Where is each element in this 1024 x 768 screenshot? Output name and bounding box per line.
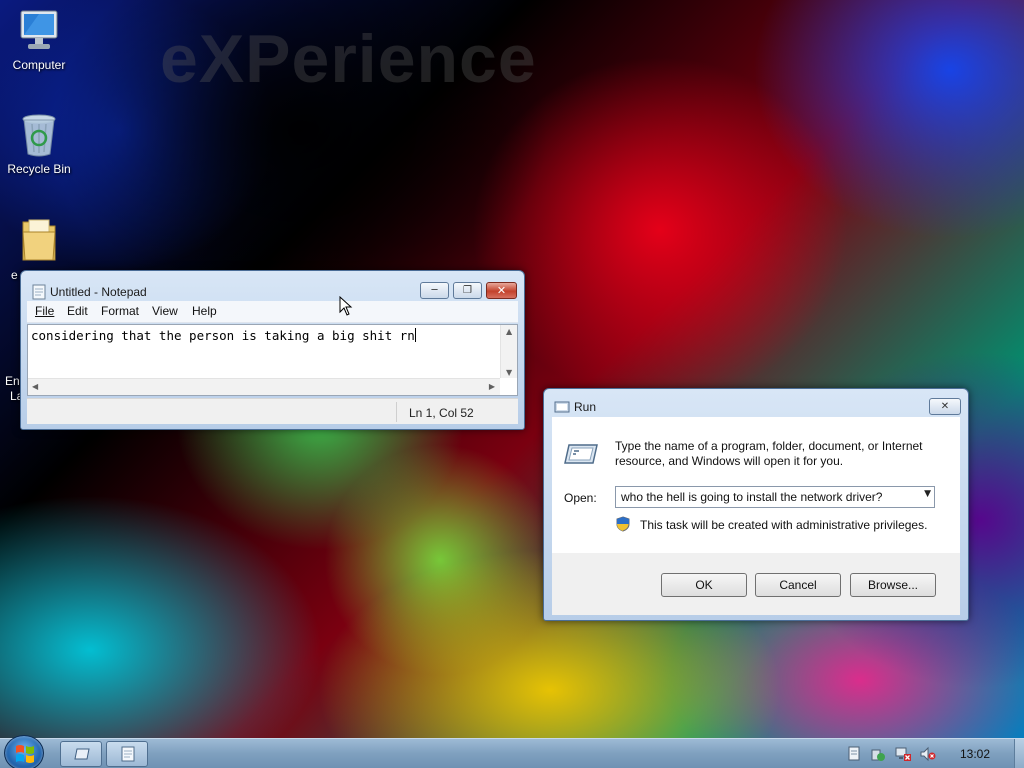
folder-icon <box>22 219 56 261</box>
text-caret <box>414 328 416 342</box>
run-footer: OK Cancel Browse... <box>552 553 960 615</box>
windows-logo-icon <box>16 745 34 763</box>
desktop-icon-label: Recycle Bin <box>7 162 71 176</box>
run-icon <box>554 401 570 413</box>
scroll-up-icon[interactable]: ▲ <box>506 327 512 336</box>
run-app-icon <box>564 444 598 464</box>
start-button[interactable] <box>4 735 44 768</box>
status-bar: Ln 1, Col 52 <box>27 398 518 424</box>
desktop-icon-computer[interactable]: Computer <box>1 8 77 72</box>
cancel-button[interactable]: Cancel <box>755 573 841 597</box>
mouse-cursor-icon <box>339 296 353 316</box>
vertical-scrollbar[interactable]: ▲ ▼ <box>500 325 517 378</box>
security-icon[interactable] <box>870 746 886 762</box>
window-title: Run <box>574 400 597 414</box>
notepad-window[interactable]: Untitled - Notepad ─ ❐ ✕ File Edit Forma… <box>20 270 525 430</box>
window-title: Untitled - Notepad <box>50 285 147 299</box>
menu-format[interactable]: Format <box>101 304 139 318</box>
horizontal-scrollbar[interactable]: ◀ ▶ <box>28 378 500 395</box>
scroll-right-icon[interactable]: ▶ <box>489 382 495 391</box>
menu-edit[interactable]: Edit <box>67 304 88 318</box>
recycle-bin-icon <box>22 114 56 157</box>
cursor-position: Ln 1, Col 52 <box>409 406 474 420</box>
taskbar-notepad-button[interactable] <box>106 741 148 767</box>
menu-view[interactable]: View <box>152 304 178 318</box>
taskbar: 13:02 <box>0 735 1024 768</box>
run-titlebar[interactable]: Run ✕ <box>544 389 968 419</box>
notepad-titlebar[interactable]: Untitled - Notepad ─ ❐ ✕ <box>21 271 524 301</box>
desktop-icon-label: Computer <box>12 58 66 72</box>
uac-shield-icon <box>616 516 630 532</box>
wallpaper-brand: eXPerience <box>160 21 537 97</box>
taskbar-clock[interactable]: 13:02 <box>960 747 990 761</box>
run-description: Type the name of a program, folder, docu… <box>615 439 923 468</box>
admin-note: This task will be created with administr… <box>640 518 928 532</box>
notepad-icon <box>121 746 135 762</box>
open-label: Open: <box>564 491 597 505</box>
desktop-icon-label: e <box>11 268 18 282</box>
run-dialog[interactable]: Run ✕ Type the name of a program, folder… <box>543 388 969 621</box>
scroll-down-icon[interactable]: ▼ <box>506 368 512 377</box>
open-combobox[interactable]: who the hell is going to install the net… <box>615 486 935 508</box>
browse-button[interactable]: Browse... <box>850 573 936 597</box>
taskbar-run-button[interactable] <box>60 741 102 767</box>
notepad-icon <box>32 284 46 300</box>
run-icon <box>74 748 90 760</box>
menu-file[interactable]: File <box>35 304 54 318</box>
dropdown-arrow-icon[interactable]: ▼ <box>924 489 931 499</box>
menu-bar: File Edit Format View Help <box>27 301 518 323</box>
restore-icon: ❐ <box>463 285 472 296</box>
desktop-icon-recycle-bin[interactable]: Recycle Bin <box>1 112 77 176</box>
run-body: Type the name of a program, folder, docu… <box>552 417 960 553</box>
show-desktop-button[interactable] <box>1014 739 1024 768</box>
text-editor[interactable]: considering that the person is taking a … <box>27 324 518 396</box>
editor-content[interactable]: considering that the person is taking a … <box>31 328 416 343</box>
maximize-button[interactable]: ❐ <box>453 282 482 299</box>
ok-button[interactable]: OK <box>661 573 747 597</box>
network-icon[interactable] <box>895 746 911 762</box>
open-input[interactable]: who the hell is going to install the net… <box>621 490 882 504</box>
status-divider <box>396 402 397 422</box>
close-icon: ✕ <box>496 284 507 297</box>
volume-muted-icon[interactable] <box>920 746 936 762</box>
close-button[interactable]: ✕ <box>486 282 517 299</box>
minimize-button[interactable]: ─ <box>420 282 449 299</box>
scroll-left-icon[interactable]: ◀ <box>32 382 38 391</box>
menu-help[interactable]: Help <box>192 304 217 318</box>
computer-icon <box>20 10 58 49</box>
close-button[interactable]: ✕ <box>929 398 961 415</box>
minimize-icon: ─ <box>431 285 438 296</box>
close-icon: ✕ <box>940 401 950 412</box>
action-center-icon[interactable] <box>847 746 861 762</box>
